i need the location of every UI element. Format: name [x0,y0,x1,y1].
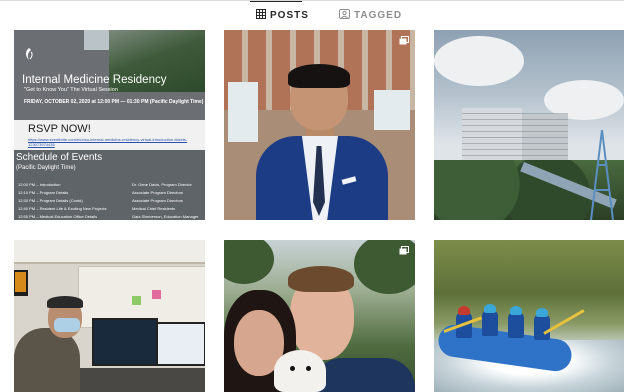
flyer-schedule-title: Schedule of Events [16,152,103,163]
post-thumbnail-portrait[interactable] [224,30,415,220]
carousel-icon [399,36,409,45]
photo-rafter [534,314,550,340]
flyer-rsvp-link: https://www.eventbrite.com/e/uhsu-intern… [28,137,188,147]
grid-icon [256,8,270,22]
photo-hair [288,64,350,88]
photo-cloud [434,36,524,86]
tab-tagged[interactable]: TAGGED [339,8,402,22]
schedule-item-time: 12:10 PM – Program Details [18,190,69,195]
photo-helmet [458,306,470,315]
active-tab-indicator [250,1,302,2]
photo-tram-tower [590,130,614,220]
schedule-item-time: 12:30 PM – Program Details (Contd) [18,198,83,203]
post-thumbnail-building[interactable] [434,30,624,220]
schedule-item-presenter: Dr. Gene Davis, Program Director [132,182,192,187]
flyer-date: FRIDAY, OCTOBER 02, 2020 at 12:00 PM — 0… [24,99,204,105]
schedule-item-presenter: Medical Chief Residents [132,206,176,211]
tab-posts-label: POSTS [270,9,309,21]
post-thumbnail-flyer[interactable]: Internal Medicine Residency "Get to Know… [14,30,205,220]
photo-window [374,90,410,130]
schedule-item-presenter: Associate Program Directors [132,198,183,203]
university-logo-icon [26,48,33,60]
photo-helmet [536,308,548,317]
post-thumbnail-office[interactable] [14,240,205,392]
photo-man-body [312,358,415,392]
photo-monitor [156,322,205,366]
photo-person-body [14,328,80,392]
schedule-item-time: 12:00 PM – Introduction [18,182,61,187]
photo-window [228,82,258,142]
photo-person-cap [47,296,83,308]
tab-posts[interactable]: POSTS [256,8,309,22]
photo-monitor [92,318,158,366]
tagged-icon [339,8,354,22]
profile-tabs: POSTS TAGGED [0,0,624,27]
schedule-item-presenter: Associate Program Directors [132,190,183,195]
photo-tv-screen [15,272,26,292]
photo-helmet [484,304,496,313]
photo-rafter [482,310,498,336]
post-thumbnail-rafting[interactable] [434,240,624,392]
schedule-item-time: 12:55 PM – Medical Education Office Deta… [18,214,98,219]
photo-face-mask [54,318,80,332]
schedule-item-time: 12:40 PM – Resident Life & Exciting New … [18,206,107,211]
photo-dog-eye [290,366,295,371]
flyer-schedule-timezone: (Pacific Daylight Time) [16,165,76,171]
flyer-rsvp: RSVP NOW! [28,123,91,135]
flyer-title: Internal Medicine Residency [22,74,167,86]
photo-rafter [508,312,524,338]
photo-helmet [510,306,522,315]
photo-sticky-note [132,296,141,305]
flyer-subtitle: "Get to Know You" The Virtual Session [24,87,118,93]
schedule-item-presenter: Gaia Slimberson, Education Manager [132,214,199,219]
tab-tagged-label: TAGGED [354,9,403,21]
photo-dog-eye [306,366,311,371]
carousel-icon [399,246,409,255]
photo-sticky-note [152,290,161,299]
post-thumbnail-selfie[interactable] [224,240,415,392]
photo-shelf [14,240,205,264]
photo-man-hair [288,266,354,292]
photo-dog [274,350,326,392]
